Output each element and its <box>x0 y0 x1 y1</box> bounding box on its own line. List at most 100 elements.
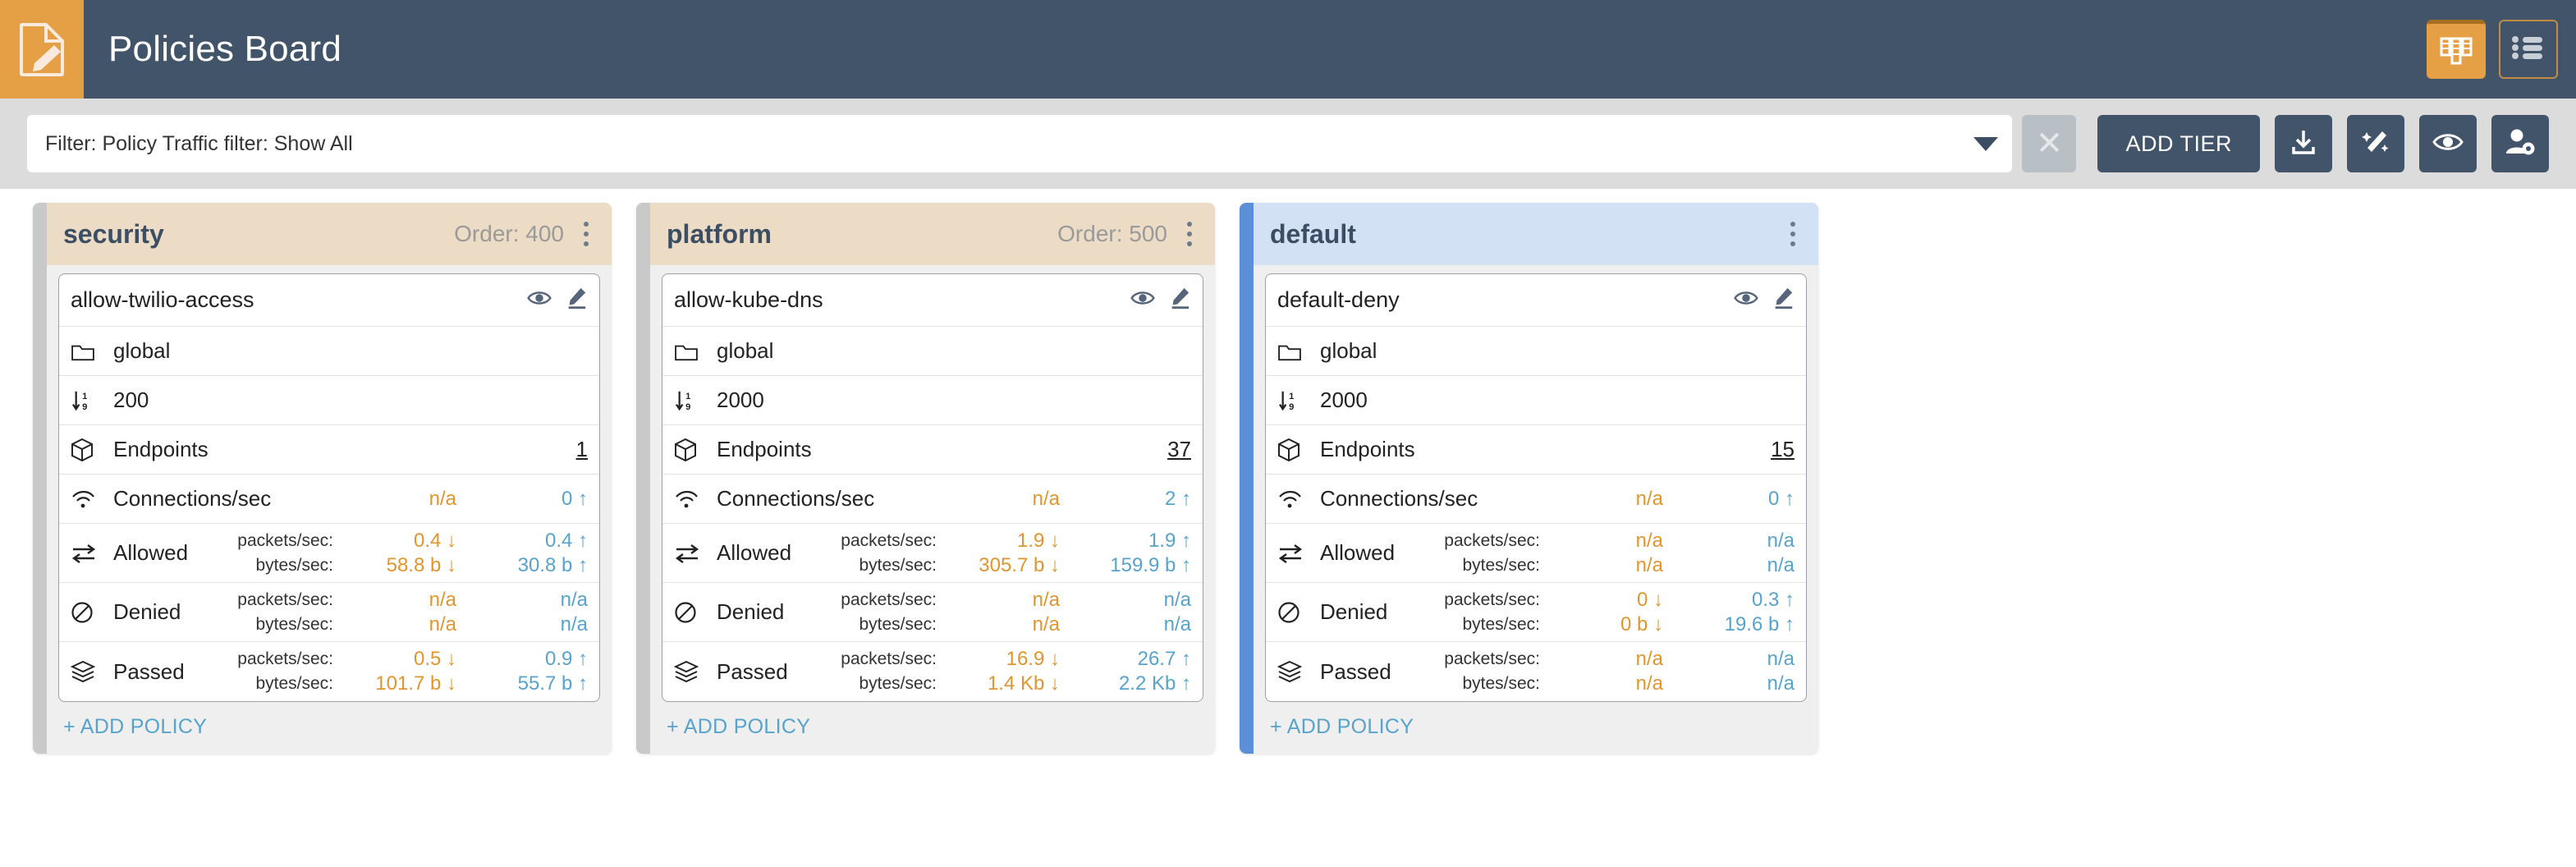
policy-name: allow-kube-dns <box>674 287 823 312</box>
allowed-bytes-out: 159.9 b ↑ <box>1110 553 1191 576</box>
policy-card[interactable]: allow-kube-dns global 1 9 2000 Endpoints… <box>662 273 1203 702</box>
svg-text:9: 9 <box>82 402 87 412</box>
filter-field[interactable]: Filter: Policy Traffic filter: Show All <box>27 115 2013 172</box>
board-view-button[interactable] <box>2427 20 2486 79</box>
arrows-exchange-icon <box>1277 543 1310 564</box>
connections-in: n/a <box>1032 487 1060 510</box>
tier-name: platform <box>667 218 772 249</box>
folder-icon <box>1277 342 1310 361</box>
add-policy-link[interactable]: + ADD POLICY <box>650 702 1215 754</box>
add-policy-link[interactable]: + ADD POLICY <box>1254 702 1818 754</box>
arrows-exchange-icon <box>71 543 103 564</box>
connections-out: 0 ↑ <box>561 487 588 510</box>
policy-edit-icon[interactable] <box>1772 287 1794 314</box>
cube-icon <box>71 438 103 462</box>
policy-card[interactable]: default-deny global 1 9 2000 Endpoints 1… <box>1265 273 1807 702</box>
denied-bytes-in: 0 b ↓ <box>1620 612 1663 635</box>
endpoints-count[interactable]: 37 <box>1167 437 1191 462</box>
endpoints-count[interactable]: 1 <box>576 437 588 462</box>
denied-packets-in: n/a <box>1032 588 1060 611</box>
policy-connections-row: Connections/sec n/a 2 ↑ <box>662 475 1203 524</box>
passed-bytes-out: n/a <box>1767 672 1794 695</box>
download-button[interactable] <box>2275 115 2332 172</box>
connections-out: 2 ↑ <box>1164 487 1191 510</box>
policy-card[interactable]: allow-twilio-access global 1 9 200 Endpo… <box>58 273 600 702</box>
app-logo <box>0 0 84 99</box>
policy-preview-icon[interactable] <box>527 288 552 312</box>
preview-button[interactable] <box>2419 115 2477 172</box>
tier-name: default <box>1270 218 1356 249</box>
connections-in: n/a <box>429 487 456 510</box>
policy-passed-row: Passed packets/sec: 16.9 ↓ 26.7 ↑ bytes/… <box>662 642 1203 701</box>
allowed-bytes-out: 30.8 b ↑ <box>517 553 588 576</box>
policy-order: 200 <box>113 388 149 412</box>
passed-bytes-in: 101.7 b ↓ <box>375 672 456 695</box>
passed-packets-out: n/a <box>1767 648 1794 670</box>
folder-icon <box>674 342 707 361</box>
denied-packets-in: 0 ↓ <box>1636 588 1663 611</box>
allowed-packets-out: n/a <box>1767 529 1794 552</box>
allowed-packets-in: 0.4 ↓ <box>413 529 456 552</box>
policy-denied-row: Denied packets/sec: 0 ↓ 0.3 ↑ bytes/sec:… <box>1266 583 1806 642</box>
app-header: Policies Board <box>0 0 2576 99</box>
tier-menu-button[interactable] <box>572 213 600 255</box>
policy-preview-icon[interactable] <box>1734 288 1758 312</box>
magic-wand-icon <box>2361 127 2390 161</box>
tier-body: platform Order: 500 allow-kube-dns globa… <box>650 203 1215 754</box>
policy-name: allow-twilio-access <box>71 287 254 312</box>
policy-name: default-deny <box>1277 287 1400 312</box>
passed-bytes-in: n/a <box>1635 672 1663 695</box>
filter-input[interactable]: Filter: Policy Traffic filter: Show All <box>27 132 1960 156</box>
ban-icon <box>674 601 707 624</box>
passed-packets-out: 26.7 ↑ <box>1137 648 1191 670</box>
policy-title-row: allow-kube-dns <box>662 274 1203 327</box>
policy-passed-row: Passed packets/sec: 0.5 ↓ 0.9 ↑ bytes/se… <box>59 642 599 701</box>
list-view-button[interactable] <box>2499 20 2558 79</box>
board-columns-icon <box>2440 34 2473 69</box>
policy-edit-icon[interactable] <box>565 287 588 314</box>
endpoints-count[interactable]: 15 <box>1771 437 1794 462</box>
policy-edit-icon[interactable] <box>1168 287 1191 314</box>
policy-scope-row: global <box>59 327 599 376</box>
tier-menu-button[interactable] <box>1176 213 1203 255</box>
magic-wand-button[interactable] <box>2347 115 2404 172</box>
add-tier-button[interactable]: ADD TIER <box>2097 115 2260 172</box>
policy-endpoints-row: Endpoints 37 <box>662 425 1203 475</box>
tier-accent-bar <box>636 203 650 754</box>
endpoints-label: Endpoints <box>113 437 209 461</box>
connections-label: Connections/sec <box>717 486 875 511</box>
denied-label: Denied <box>1320 599 1388 624</box>
policy-scope: global <box>717 338 774 363</box>
policy-preview-icon[interactable] <box>1130 288 1155 312</box>
tier-menu-button[interactable] <box>1779 213 1807 255</box>
cube-icon <box>674 438 707 462</box>
policy-scope-row: global <box>662 327 1203 376</box>
layers-icon <box>71 660 103 683</box>
policy-title-row: default-deny <box>1266 274 1806 327</box>
tier-card: platform Order: 500 allow-kube-dns globa… <box>636 203 1215 754</box>
filter-dropdown-button[interactable] <box>1960 115 2012 172</box>
list-icon <box>2511 34 2546 65</box>
passed-packets-in: 16.9 ↓ <box>1006 648 1060 670</box>
tier-accent-bar <box>33 203 47 754</box>
policy-order: 2000 <box>717 388 764 412</box>
svg-text:9: 9 <box>1289 402 1294 412</box>
sort-numeric-down-icon: 19 <box>1277 389 1310 412</box>
ban-icon <box>1277 601 1310 624</box>
allowed-label: Allowed <box>717 540 792 565</box>
policy-order-row: 19 200 <box>59 376 599 425</box>
allowed-bytes-in: 305.7 b ↓ <box>979 553 1060 576</box>
layers-icon <box>674 660 707 683</box>
tier-body: default default-deny global 1 9 2000 End… <box>1254 203 1818 754</box>
passed-bytes-out: 2.2 Kb ↑ <box>1118 672 1191 695</box>
passed-packets-in: 0.5 ↓ <box>413 648 456 670</box>
connections-label: Connections/sec <box>113 486 272 511</box>
user-settings-button[interactable] <box>2491 115 2549 172</box>
add-policy-link[interactable]: + ADD POLICY <box>47 702 612 754</box>
denied-packets-out: n/a <box>1163 588 1191 611</box>
clear-filter-button[interactable]: ✕ <box>2022 115 2077 172</box>
sort-numeric-down-icon: 19 <box>674 389 707 412</box>
denied-bytes-in: n/a <box>429 612 456 635</box>
denied-bytes-out: 19.6 b ↑ <box>1724 612 1794 635</box>
chevron-down-icon <box>1973 136 1999 151</box>
